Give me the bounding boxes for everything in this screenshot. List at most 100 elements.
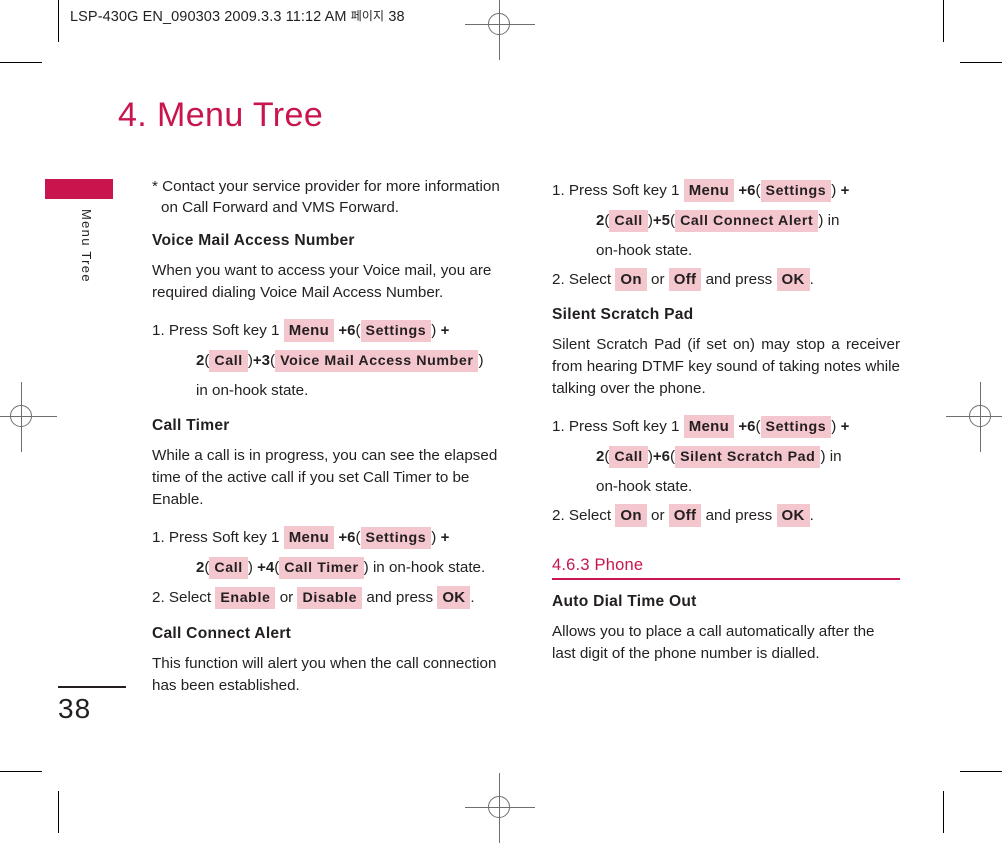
- step-tail-inline: in: [827, 212, 840, 229]
- key-settings[interactable]: Settings: [360, 320, 432, 342]
- provider-note: * Contact your service provider for more…: [152, 176, 500, 218]
- conjunction-or: or: [651, 507, 665, 524]
- period: .: [809, 271, 814, 288]
- step-tail-inline: in: [829, 448, 842, 465]
- paren-close: ): [820, 448, 826, 465]
- digit-key: 3: [261, 352, 270, 369]
- step-mid-text: and press: [705, 507, 773, 524]
- key-settings[interactable]: Settings: [760, 416, 832, 438]
- step-continuation: 2(Call)+3(Voice Mail Access Number): [174, 346, 500, 376]
- plus-sign: +: [840, 182, 850, 199]
- step-tail: in on-hook state.: [196, 382, 309, 399]
- crop-mark-bottom-left-vertical: [58, 791, 59, 833]
- plus-sign: +: [652, 212, 662, 229]
- step-lead: Press Soft key 1: [168, 529, 280, 546]
- step-number: 2.: [152, 589, 165, 606]
- crop-mark-bottom-right-horizontal: [960, 771, 1002, 772]
- key-ok[interactable]: OK: [437, 586, 471, 609]
- side-tab: Menu Tree: [45, 179, 113, 304]
- paren-close: ): [431, 322, 437, 339]
- steps-call-timer: 1. Press Soft key 1 Menu +6(Settings) + …: [152, 523, 500, 613]
- step-item: 1. Press Soft key 1 Menu +6(Settings) + …: [152, 523, 500, 583]
- digit-key: 5: [661, 212, 670, 229]
- key-settings[interactable]: Settings: [760, 180, 832, 202]
- step-lead: Press Soft key 1: [168, 322, 280, 339]
- left-column: * Contact your service provider for more…: [152, 176, 500, 709]
- plus-sign: +: [338, 529, 348, 546]
- paren-close: ): [818, 212, 824, 229]
- page-number: 38: [58, 693, 92, 724]
- registration-crosshair-icon-top: [465, 0, 535, 60]
- note-text: Contact your service provider for more i…: [161, 178, 500, 216]
- key-call-connect-alert[interactable]: Call Connect Alert: [675, 210, 819, 232]
- crop-mark-top-left-vertical: [58, 0, 59, 42]
- option-off[interactable]: Off: [668, 504, 702, 527]
- heading-silent-scratch-pad: Silent Scratch Pad: [552, 306, 694, 323]
- option-on[interactable]: On: [615, 268, 647, 291]
- key-ok[interactable]: OK: [776, 504, 810, 527]
- step-number: 1.: [152, 529, 165, 546]
- right-column: 1. Press Soft key 1 Menu +6(Settings) + …: [552, 176, 900, 677]
- step-lead: Press Soft key 1: [568, 182, 680, 199]
- key-call-timer[interactable]: Call Timer: [279, 557, 364, 579]
- step-tail: on-hook state.: [596, 242, 693, 259]
- print-header-file: LSP-430G EN_090303 2009.3.3 11:12 AM: [70, 9, 347, 25]
- body-call-timer: While a call is in progress, you can see…: [152, 447, 498, 508]
- conjunction-or: or: [279, 589, 294, 606]
- step-continuation: 2(Call) +4(Call Timer) in on-hook state.: [174, 553, 500, 583]
- folio: 38: [58, 686, 126, 725]
- key-menu[interactable]: Menu: [283, 319, 335, 342]
- paren-open: (: [755, 418, 761, 435]
- heading-voice-mail-access-number: Voice Mail Access Number: [152, 232, 355, 249]
- step-number: 2.: [552, 507, 565, 524]
- key-settings[interactable]: Settings: [360, 527, 432, 549]
- option-disable[interactable]: Disable: [297, 587, 363, 609]
- step-mid-text: and press: [366, 589, 434, 606]
- heading-call-connect-alert: Call Connect Alert: [152, 625, 292, 642]
- crop-mark-top-right-vertical: [943, 0, 944, 42]
- body-voice-mail-access-number: When you want to access your Voice mail,…: [152, 262, 492, 301]
- key-menu[interactable]: Menu: [283, 526, 335, 549]
- crop-mark-top-right-horizontal: [960, 62, 1002, 63]
- step-item: 1. Press Soft key 1 Menu +6(Settings) + …: [552, 412, 900, 501]
- key-call[interactable]: Call: [209, 350, 248, 372]
- print-header-page-ref: 38: [388, 9, 405, 25]
- steps-voice-mail-access-number: 1. Press Soft key 1 Menu +6(Settings) + …: [152, 316, 500, 405]
- key-silent-scratch-pad[interactable]: Silent Scratch Pad: [675, 446, 821, 468]
- key-menu[interactable]: Menu: [683, 179, 735, 202]
- paren-close: ): [247, 559, 253, 576]
- option-on[interactable]: On: [615, 504, 647, 527]
- key-call[interactable]: Call: [609, 446, 648, 468]
- step-item: 1. Press Soft key 1 Menu +6(Settings) + …: [152, 316, 500, 405]
- option-enable[interactable]: Enable: [215, 587, 276, 609]
- period: .: [470, 589, 475, 606]
- key-menu[interactable]: Menu: [683, 415, 735, 438]
- step-lead: Select: [568, 271, 612, 288]
- heading-call-timer: Call Timer: [152, 417, 230, 434]
- step-number: 1.: [552, 182, 565, 199]
- plus-sign: +: [257, 559, 266, 576]
- paren-close: ): [478, 352, 484, 369]
- print-header: LSP-430G EN_090303 2009.3.3 11:12 AM 페이지…: [70, 7, 405, 25]
- paren-open: (: [355, 529, 361, 546]
- crop-mark-bottom-left-horizontal: [0, 771, 42, 772]
- conjunction-or: or: [651, 271, 665, 288]
- step-item: 1. Press Soft key 1 Menu +6(Settings) + …: [552, 176, 900, 265]
- key-ok[interactable]: OK: [776, 268, 810, 291]
- body-call-connect-alert: This function will alert you when the ca…: [152, 655, 497, 694]
- step-tail: on-hook state.: [596, 478, 693, 495]
- crop-mark-bottom-right-vertical: [943, 791, 944, 833]
- plus-sign: +: [738, 418, 748, 435]
- step-lead: Select: [568, 507, 612, 524]
- step-continuation: 2(Call)+5(Call Connect Alert) in: [574, 206, 900, 236]
- section-heading-phone: 4.6.3 Phone: [552, 556, 900, 580]
- key-call[interactable]: Call: [609, 210, 648, 232]
- step-continuation: 2(Call)+6(Silent Scratch Pad) in: [574, 442, 900, 472]
- option-off[interactable]: Off: [668, 268, 702, 291]
- paren-close: ): [831, 182, 837, 199]
- plus-sign: +: [738, 182, 748, 199]
- step-item: 2. Select On or Off and press OK.: [552, 265, 900, 294]
- key-voice-mail-access-number[interactable]: Voice Mail Access Number: [275, 350, 479, 372]
- key-call[interactable]: Call: [209, 557, 248, 579]
- step-number: 2.: [552, 271, 565, 288]
